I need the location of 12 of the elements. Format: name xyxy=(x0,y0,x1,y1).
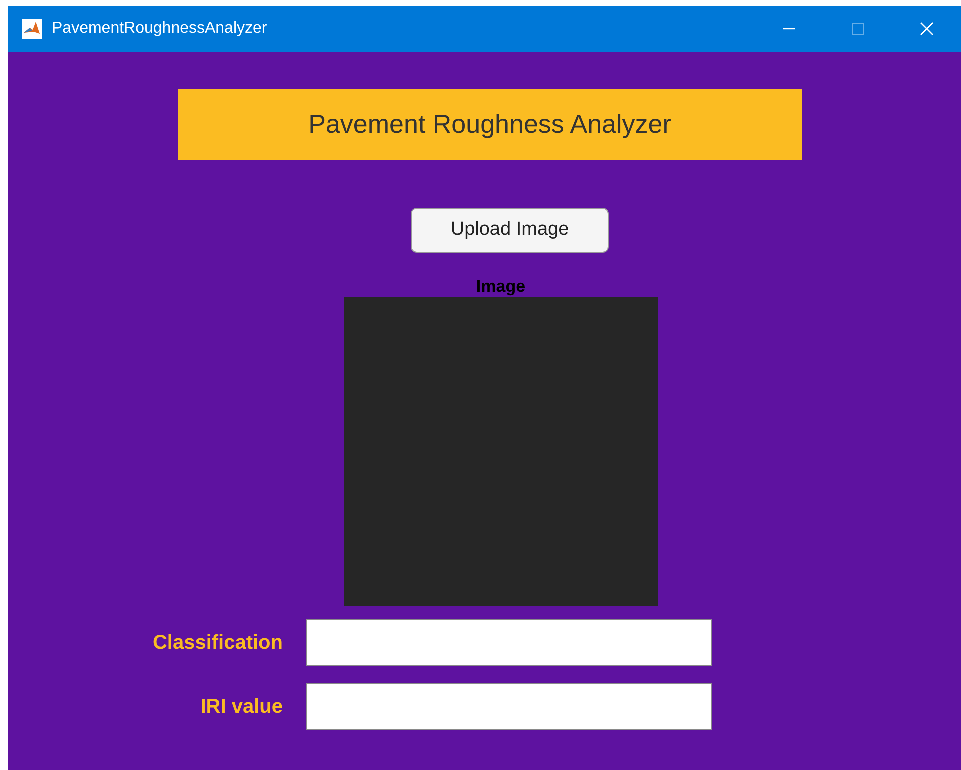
input-field[interactable] xyxy=(306,619,712,666)
upload-image-button[interactable]: Upload Image xyxy=(411,208,609,253)
minimize-icon xyxy=(782,28,794,30)
input-field[interactable] xyxy=(306,683,712,730)
window-title: PavementRoughnessAnalyzer xyxy=(52,19,268,39)
field-label: Classification xyxy=(152,630,283,656)
maximize-icon xyxy=(850,22,864,36)
app-icon xyxy=(22,19,42,39)
field-label: IRI value xyxy=(200,694,283,720)
image-title: Image xyxy=(475,277,527,297)
close-icon xyxy=(920,22,934,36)
app-banner: Pavement Roughness Analyzer xyxy=(178,89,802,160)
